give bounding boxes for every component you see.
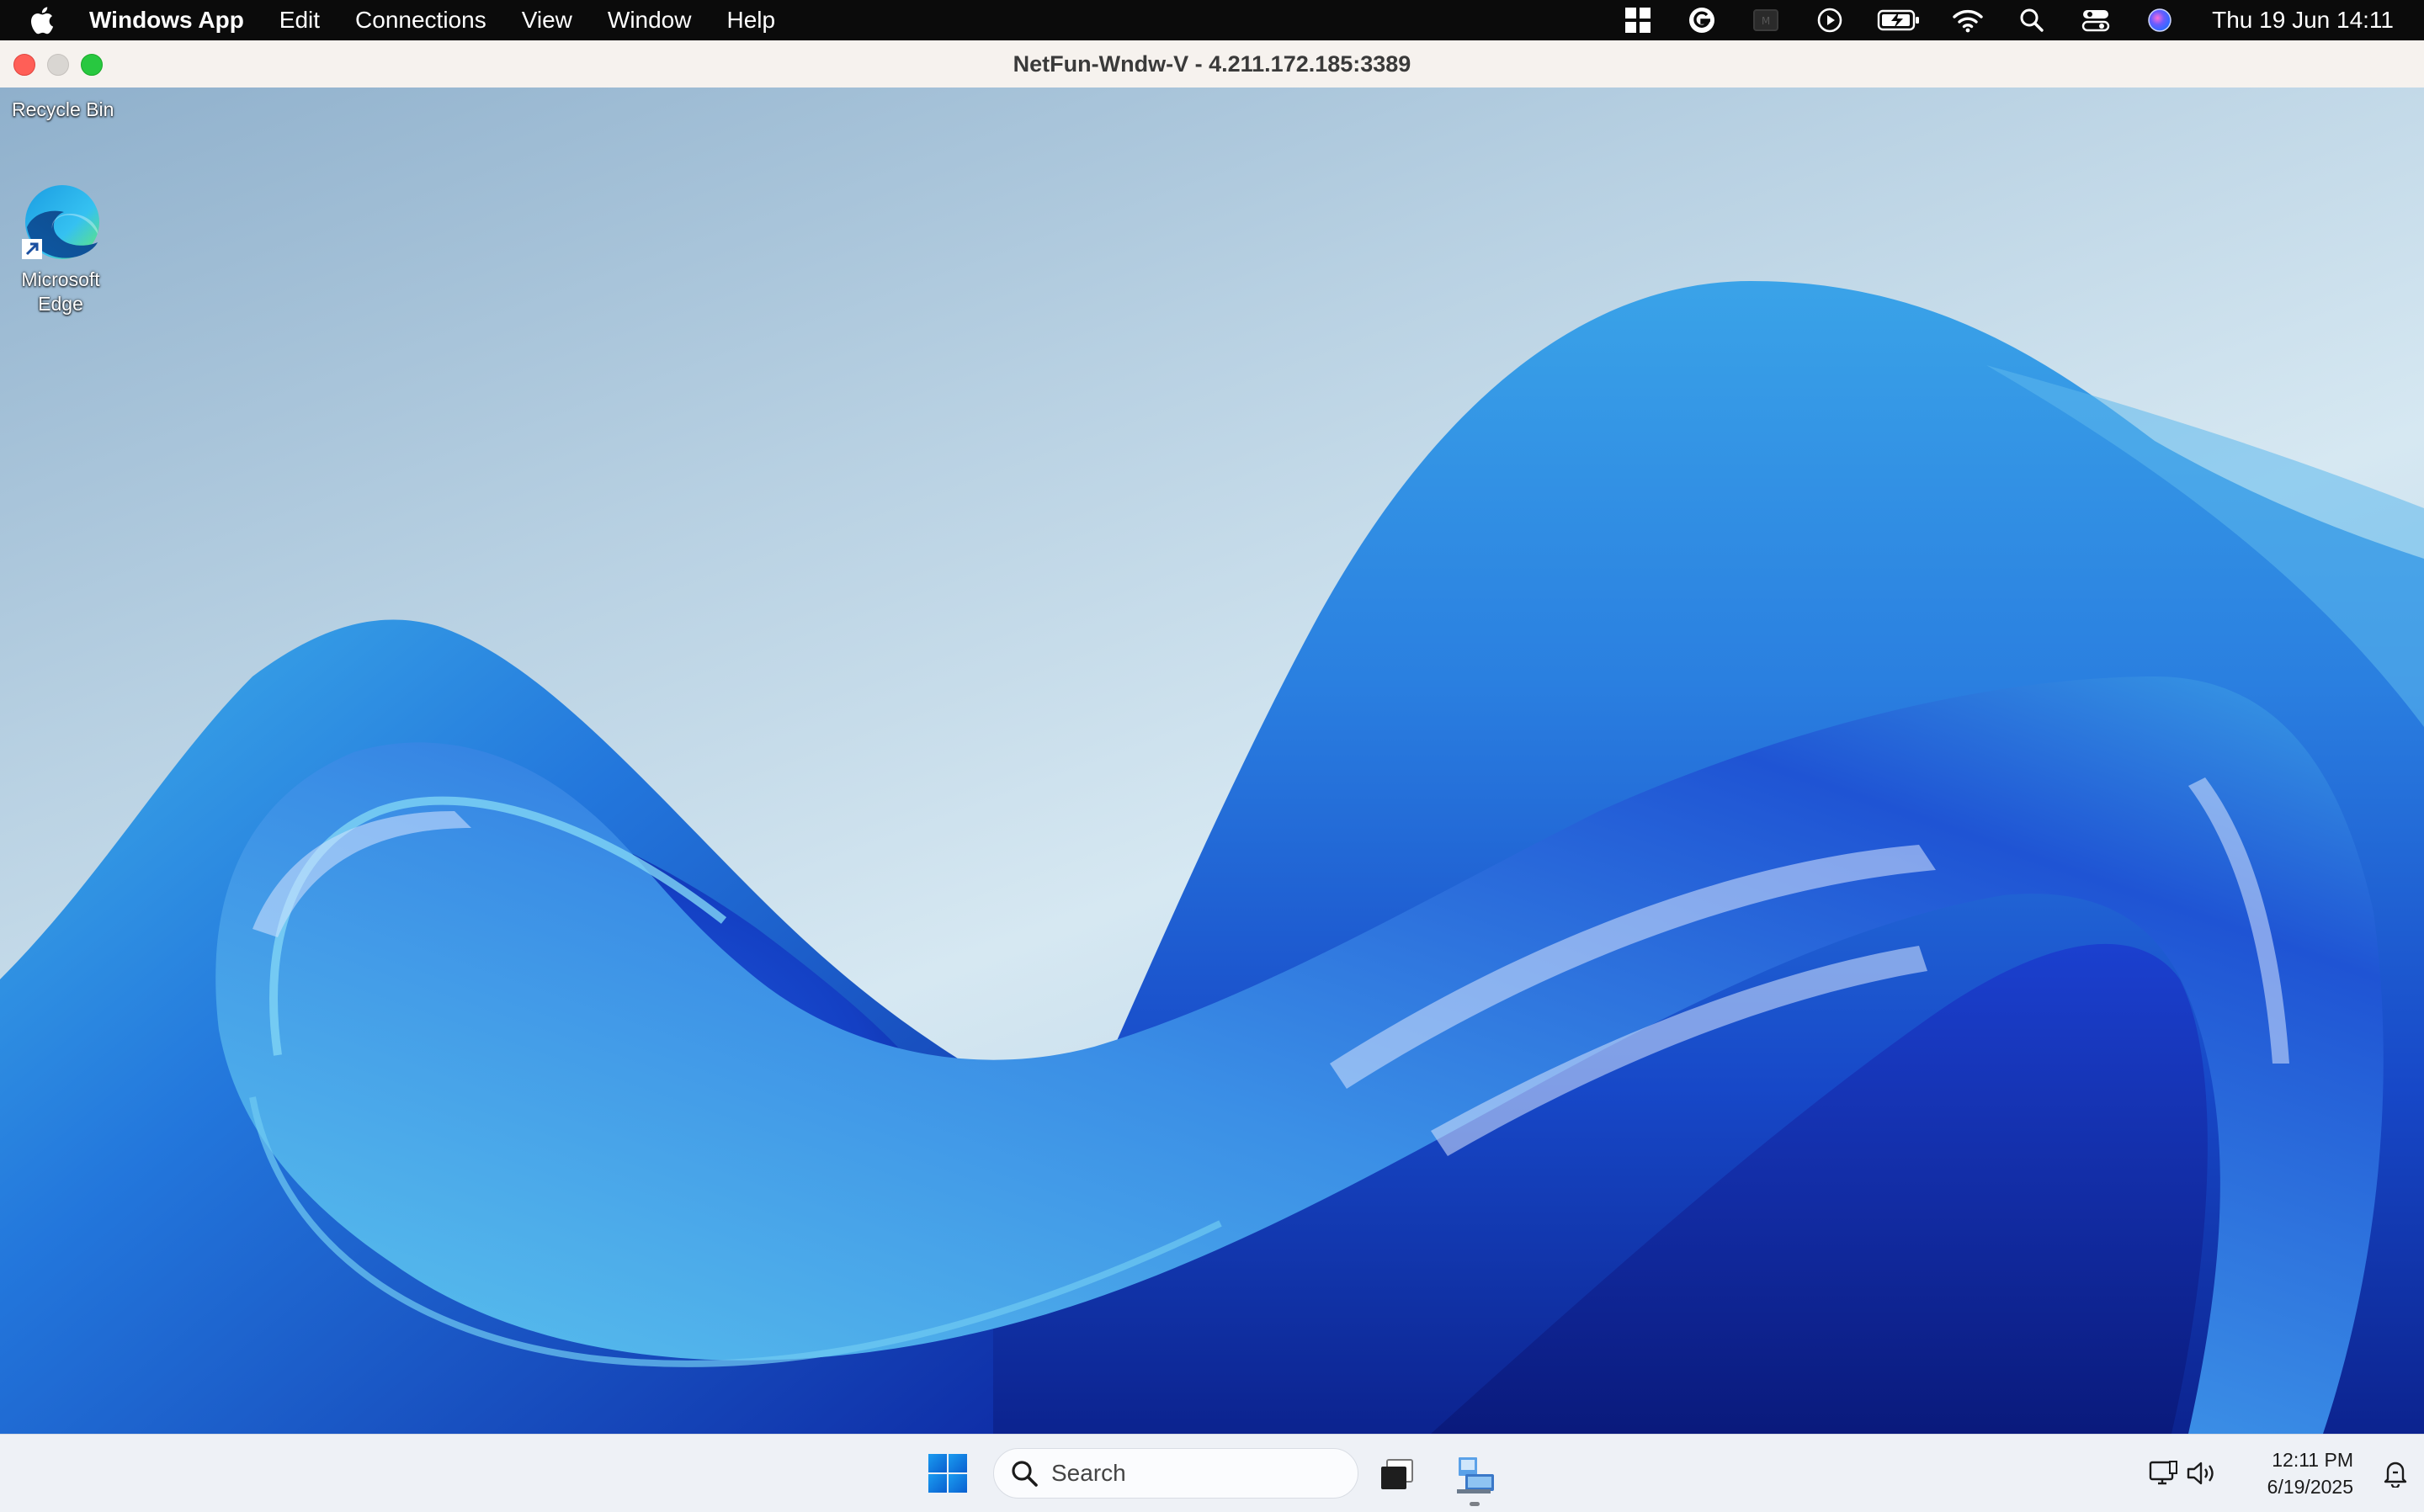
battery-charging-icon[interactable] (1877, 3, 1921, 37)
apple-menu-icon[interactable] (29, 6, 62, 34)
remote-window-title-bar[interactable]: NetFun-Wndw-V - 4.211.172.185:3389 (0, 40, 2424, 88)
windows-start-icon[interactable] (928, 1453, 968, 1493)
microsoft-edge-shortcut[interactable]: Microsoft Edge (10, 180, 111, 316)
window-title: NetFun-Wndw-V - 4.211.172.185:3389 (1013, 51, 1411, 77)
menu-view[interactable]: View (522, 7, 572, 34)
control-center-icon[interactable] (2079, 3, 2113, 37)
remote-desktop-app-icon[interactable] (1451, 1451, 1498, 1499)
screen-record-icon[interactable]: M (1749, 3, 1783, 37)
search-icon (1009, 1458, 1039, 1488)
taskbar-date: 6/19/2025 (2267, 1476, 2353, 1498)
menu-edit[interactable]: Edit (279, 7, 320, 34)
taskbar-time: 12:11 PM (2272, 1449, 2353, 1471)
taskbar-clock[interactable]: 12:11 PM 6/19/2025 (2267, 1446, 2353, 1500)
svg-text:M: M (1762, 15, 1770, 27)
menu-connections[interactable]: Connections (355, 7, 486, 34)
spotlight-search-icon[interactable] (2015, 3, 2049, 37)
taskbar-search-box[interactable]: Search (993, 1448, 1358, 1499)
grammarly-icon[interactable] (1685, 3, 1719, 37)
bloom-wallpaper (0, 281, 2424, 1434)
windows-grid-icon[interactable] (1621, 3, 1655, 37)
volume-icon[interactable] (2185, 1456, 2219, 1490)
windows-taskbar: Search 12:11 PM 6/19/2025 (0, 1434, 2424, 1512)
windows-desktop[interactable]: Recycle Bin Microsoft Edge (0, 88, 2424, 1434)
running-app-indicator (1470, 1502, 1480, 1506)
task-view-icon[interactable] (1374, 1451, 1421, 1499)
menu-help[interactable]: Help (726, 7, 775, 34)
menu-bar-status-area: M Thu 19 Jun 14:11 (1591, 0, 2394, 40)
wifi-icon[interactable] (1951, 3, 1985, 37)
search-placeholder: Search (1051, 1460, 1126, 1486)
recycle-bin-label: Recycle Bin (12, 98, 114, 120)
siri-icon[interactable] (2143, 3, 2177, 37)
menu-app-name[interactable]: Windows App (89, 7, 244, 34)
notification-bell-icon[interactable] (2379, 1456, 2412, 1490)
microsoft-edge-icon (19, 180, 103, 264)
play-icon[interactable] (1813, 3, 1847, 37)
mac-menu-bar: Windows App Edit Connections View Window… (0, 0, 2424, 40)
menu-bar-clock[interactable]: Thu 19 Jun 14:11 (2212, 7, 2394, 34)
microsoft-edge-label: Microsoft Edge (21, 268, 100, 315)
menu-window[interactable]: Window (608, 7, 692, 34)
recycle-bin-shortcut[interactable]: Recycle Bin (5, 98, 130, 122)
network-icon[interactable] (2146, 1456, 2180, 1490)
